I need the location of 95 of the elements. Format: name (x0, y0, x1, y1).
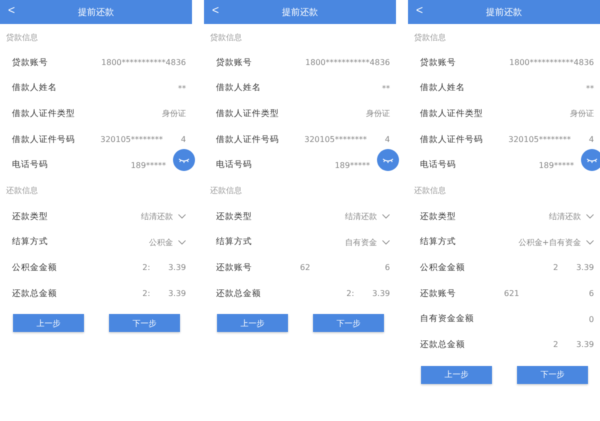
field-value: 320105******** (304, 135, 367, 144)
field-label: 借款人证件类型 (216, 108, 279, 120)
section-heading: 还款信息 (5, 185, 39, 198)
field-value: 62 (300, 263, 310, 272)
previous-button[interactable]: 上一步 (13, 314, 84, 332)
field-value: 320105******** (100, 135, 163, 144)
field-value: 3.39 (576, 340, 594, 350)
previous-button[interactable]: 上一步 (421, 366, 492, 384)
next-button[interactable]: 下一步 (313, 314, 384, 332)
field-label: 借款人证件号码 (216, 134, 279, 146)
field-value: 0 (588, 314, 594, 324)
field-label: 借款人证件号码 (420, 134, 483, 146)
chevron-down-icon (178, 214, 186, 220)
field-label: 还款账号 (420, 288, 456, 300)
field-value: 320105******** (508, 135, 571, 144)
chevron-down-icon (382, 214, 390, 220)
next-button[interactable]: 下一步 (109, 314, 180, 332)
field-value: 2 (553, 263, 558, 272)
chevron-down-icon (178, 240, 186, 245)
field-value: 身份证 (162, 108, 186, 120)
dropdown[interactable]: 结清还款 (141, 211, 186, 222)
field-value: 2: (346, 289, 354, 298)
dropdown[interactable]: 结清还款 (549, 211, 594, 222)
field-value: ** (586, 84, 594, 93)
page-title: 提前还款 (282, 6, 318, 18)
field-label: 还款总金额 (216, 288, 261, 300)
field-label: 借款人姓名 (420, 82, 465, 94)
field-label: 贷款账号 (12, 56, 48, 69)
field-label: 还款账号 (216, 262, 252, 274)
back-button[interactable]: < (412, 3, 428, 17)
field-label: 借款人姓名 (12, 82, 57, 94)
chevron-down-icon (586, 240, 594, 245)
eye-icon[interactable] (581, 149, 600, 171)
dropdown[interactable]: 自有资金 (345, 236, 390, 248)
back-button[interactable]: < (4, 3, 20, 17)
field-label: 电话号码 (420, 159, 456, 172)
field-label: 结算方式 (216, 236, 252, 248)
section-heading: 贷款信息 (413, 32, 447, 44)
field-value: ** (178, 84, 186, 93)
field-value: 身份证 (570, 108, 594, 120)
field-label: 还款总金额 (12, 288, 57, 300)
back-button[interactable]: < (208, 3, 224, 17)
field-label: 借款人证件号码 (12, 134, 75, 146)
chevron-down-icon (382, 240, 390, 245)
field-value: 189***** (538, 160, 574, 170)
field-value: 189***** (130, 160, 166, 170)
field-value: 4 (384, 135, 390, 144)
field-value: 2: (142, 289, 150, 298)
next-button[interactable]: 下一步 (517, 366, 588, 384)
section-heading: 贷款信息 (5, 32, 39, 44)
field-value: 3.39 (576, 263, 594, 272)
section-heading: 贷款信息 (209, 32, 243, 44)
dropdown[interactable]: 结清还款 (345, 211, 390, 222)
field-label: 公积金金额 (12, 262, 57, 274)
field-label: 还款总金额 (420, 338, 465, 351)
field-value: 身份证 (366, 108, 390, 120)
previous-button[interactable]: 上一步 (217, 314, 288, 332)
field-label: 借款人姓名 (216, 82, 261, 94)
field-value: 1800***********4836 (101, 58, 186, 68)
field-label: 电话号码 (216, 159, 252, 172)
eye-icon[interactable] (377, 149, 399, 171)
field-value: 621 (504, 289, 520, 298)
field-value: 189***** (334, 160, 370, 170)
field-value: 6 (384, 263, 390, 272)
field-label: 还款类型 (216, 210, 252, 223)
field-label: 借款人证件类型 (420, 108, 483, 120)
field-value: 2 (553, 340, 558, 350)
dropdown[interactable]: 公积金 (149, 236, 186, 248)
page-title: 提前还款 (78, 6, 114, 18)
field-value: 3.39 (372, 289, 390, 298)
page-title: 提前还款 (486, 6, 522, 18)
field-label: 电话号码 (12, 159, 48, 172)
section-heading: 还款信息 (413, 185, 447, 198)
field-value: 2: (142, 263, 150, 272)
field-label: 结算方式 (12, 236, 48, 248)
field-value: 1800***********4836 (305, 58, 390, 68)
field-value: 6 (588, 289, 594, 298)
chevron-down-icon (586, 214, 594, 220)
field-value: 4 (588, 135, 594, 144)
field-label: 贷款账号 (420, 56, 456, 69)
field-label: 贷款账号 (216, 56, 252, 69)
field-label: 自有资金金额 (420, 313, 474, 326)
field-label: 结算方式 (420, 236, 456, 248)
field-value: 3.39 (168, 289, 186, 298)
field-value: ** (382, 84, 390, 93)
eye-icon[interactable] (173, 149, 195, 171)
field-label: 借款人证件类型 (12, 108, 75, 120)
field-value: 3.39 (168, 263, 186, 272)
field-label: 公积金金额 (420, 262, 465, 274)
section-heading: 还款信息 (209, 185, 243, 198)
field-value: 1800***********4836 (509, 58, 594, 68)
dropdown[interactable]: 公积金+自有资金 (518, 236, 594, 248)
field-label: 还款类型 (12, 210, 48, 223)
field-label: 还款类型 (420, 210, 456, 223)
field-value: 4 (180, 135, 186, 144)
